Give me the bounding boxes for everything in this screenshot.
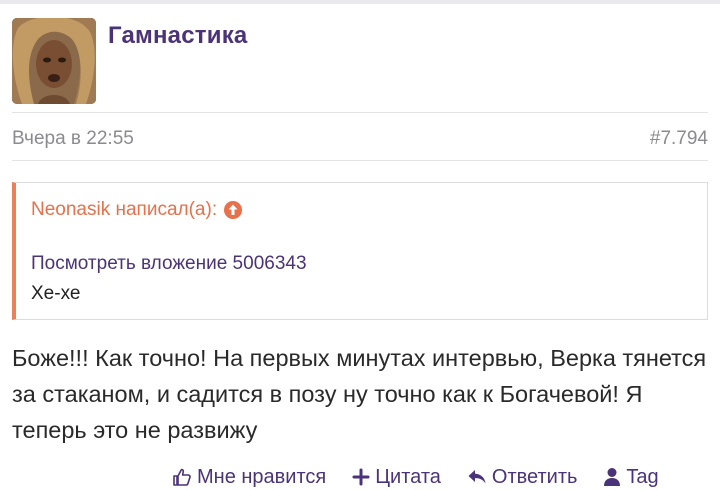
like-button[interactable]: Мне нравится (172, 466, 326, 489)
meta-divider (12, 160, 708, 161)
quote-author-label: Neonasik написал(а): (31, 199, 218, 220)
post-number[interactable]: #7.794 (650, 128, 708, 150)
reply-label: Ответить (491, 465, 578, 488)
attachment-link[interactable]: Посмотреть вложение 5006343 (31, 253, 307, 275)
header-divider (12, 112, 708, 113)
post-date[interactable]: Вчера в 22:55 (12, 128, 134, 150)
quote-block: Neonasik написал(а): Посмотреть вложение… (12, 182, 708, 320)
quote-author: Neonasik написал(а): (31, 199, 243, 221)
username[interactable]: Гамнастика (108, 22, 247, 50)
avatar-image (12, 18, 96, 104)
quote-label: Цитата (375, 465, 441, 488)
tag-label: Tag (626, 465, 659, 488)
quote-button[interactable]: Цитата (352, 466, 441, 489)
post-message: Боже!!! Как точно! На первых минутах инт… (12, 345, 707, 443)
post-header: Гамнастика (0, 4, 720, 112)
plus-icon (352, 468, 370, 486)
like-label: Мне нравится (197, 465, 327, 488)
thumbs-up-icon (173, 468, 191, 486)
avatar[interactable] (12, 18, 96, 104)
reply-arrow-icon (468, 470, 486, 484)
reply-button[interactable]: Ответить (467, 465, 578, 489)
arrow-up-circle-icon[interactable] (223, 200, 243, 220)
post-actions: Мне нравится Цитата Ответить Tag (172, 464, 720, 490)
user-icon (604, 468, 621, 486)
quote-text: Хе-хе (31, 283, 81, 304)
tag-button[interactable]: Tag (603, 465, 659, 489)
